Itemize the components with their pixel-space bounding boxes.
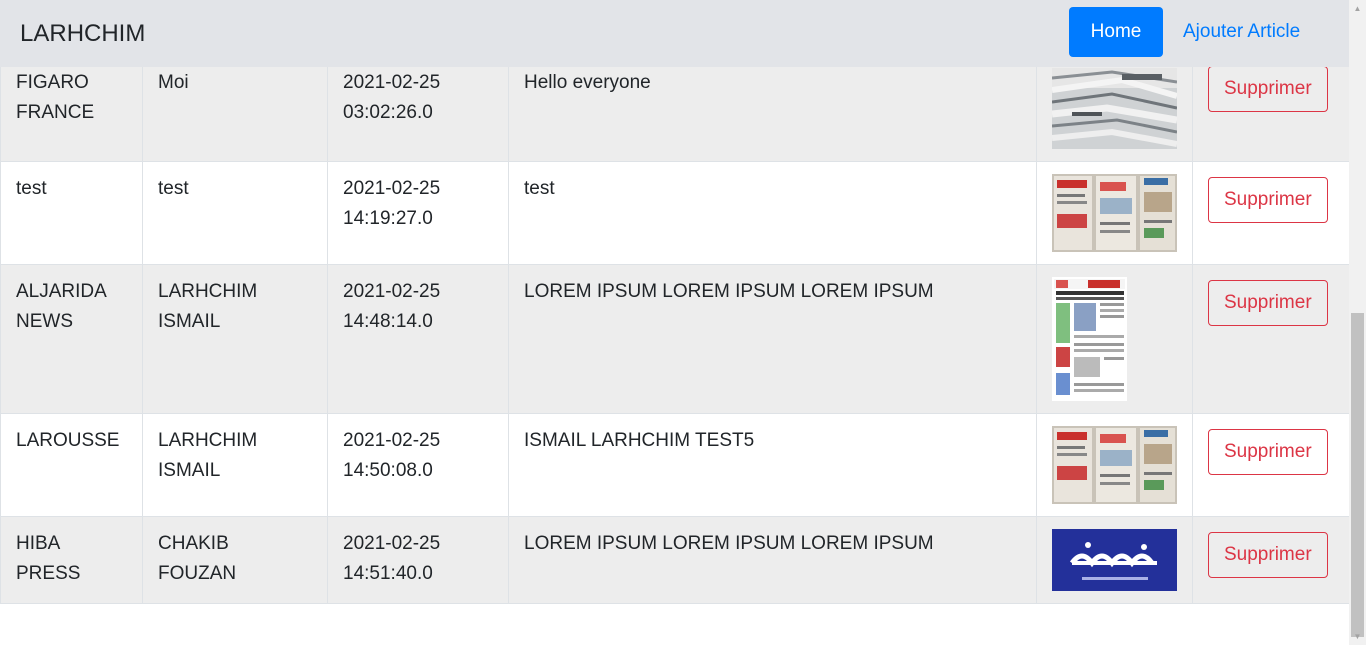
action-cell: Supprimer bbox=[1192, 264, 1350, 414]
scroll-up-arrow-icon[interactable]: ▲ bbox=[1349, 0, 1366, 17]
source-cell: HIBA PRESS bbox=[0, 516, 143, 604]
delete-button[interactable]: Supprimer bbox=[1208, 66, 1328, 112]
source-cell: test bbox=[0, 161, 143, 265]
page: FIGARO FRANCE Moi 2021-02-25 03:02:26.0 … bbox=[0, 0, 1366, 645]
table-row: HIBA PRESS CHAKIB FOUZAN 2021-02-25 14:5… bbox=[0, 516, 1350, 604]
delete-button[interactable]: Supprimer bbox=[1208, 429, 1328, 475]
datetime-cell: 2021-02-25 14:51:40.0 bbox=[327, 516, 509, 604]
action-cell: Supprimer bbox=[1192, 66, 1350, 162]
delete-button[interactable]: Supprimer bbox=[1208, 532, 1328, 578]
arabic-newspapers-image bbox=[1052, 426, 1177, 504]
table-row: LAROUSSE LARHCHIM ISMAIL 2021-02-25 14:5… bbox=[0, 413, 1350, 517]
content-cell: Hello everyone bbox=[508, 67, 1037, 162]
image-cell bbox=[1036, 264, 1193, 414]
date-text: 2021-02-25 bbox=[343, 178, 441, 199]
delete-button[interactable]: Supprimer bbox=[1208, 280, 1328, 326]
time-text: 14:50:08.0 bbox=[343, 460, 433, 481]
articles-table-container: FIGARO FRANCE Moi 2021-02-25 03:02:26.0 … bbox=[0, 66, 1350, 604]
vertical-scrollbar[interactable]: ▲ ▼ bbox=[1349, 0, 1366, 645]
datetime-cell: 2021-02-25 14:19:27.0 bbox=[327, 161, 509, 265]
image-cell bbox=[1036, 161, 1193, 265]
date-text: 2021-02-25 bbox=[343, 281, 441, 302]
datetime-cell: 2021-02-25 03:02:26.0 bbox=[327, 67, 509, 162]
arabic-newspapers-image bbox=[1052, 174, 1177, 252]
date-text: 2021-02-25 bbox=[343, 72, 441, 93]
datetime-cell: 2021-02-25 14:48:14.0 bbox=[327, 264, 509, 414]
articles-table: FIGARO FRANCE Moi 2021-02-25 03:02:26.0 … bbox=[0, 66, 1350, 604]
time-text: 14:51:40.0 bbox=[343, 563, 433, 584]
date-text: 2021-02-25 bbox=[343, 533, 441, 554]
brand-logo[interactable]: LARHCHIM bbox=[20, 18, 145, 50]
image-cell bbox=[1036, 516, 1193, 604]
scrollbar-thumb[interactable] bbox=[1351, 313, 1364, 637]
source-cell: ALJARIDA NEWS bbox=[0, 264, 143, 414]
newspaper-front-page-image bbox=[1052, 277, 1127, 401]
content-cell: LOREM IPSUM LOREM IPSUM LOREM IPSUM bbox=[508, 516, 1037, 604]
action-cell: Supprimer bbox=[1192, 516, 1350, 604]
source-cell: FIGARO FRANCE bbox=[0, 67, 143, 162]
delete-button[interactable]: Supprimer bbox=[1208, 177, 1328, 223]
author-cell: LARHCHIM ISMAIL bbox=[142, 413, 328, 517]
source-cell: LAROUSSE bbox=[0, 413, 143, 517]
scroll-down-arrow-icon[interactable]: ▼ bbox=[1349, 628, 1366, 645]
action-cell: Supprimer bbox=[1192, 161, 1350, 265]
time-text: 14:19:27.0 bbox=[343, 208, 433, 229]
action-cell: Supprimer bbox=[1192, 413, 1350, 517]
table-row: test test 2021-02-25 14:19:27.0 test Sup… bbox=[0, 161, 1350, 265]
author-cell: test bbox=[142, 161, 328, 265]
newspaper-stack-image bbox=[1052, 68, 1177, 149]
content-cell: test bbox=[508, 161, 1037, 265]
hespress-logo-image bbox=[1052, 529, 1177, 591]
author-cell: CHAKIB FOUZAN bbox=[142, 516, 328, 604]
nav-add-article-link[interactable]: Ajouter Article bbox=[1183, 17, 1300, 47]
time-text: 03:02:26.0 bbox=[343, 102, 433, 123]
table-row: FIGARO FRANCE Moi 2021-02-25 03:02:26.0 … bbox=[0, 66, 1350, 162]
nav-home-button[interactable]: Home bbox=[1069, 7, 1163, 57]
content-cell: ISMAIL LARHCHIM TEST5 bbox=[508, 413, 1037, 517]
table-row: ALJARIDA NEWS LARHCHIM ISMAIL 2021-02-25… bbox=[0, 264, 1350, 414]
content-cell: LOREM IPSUM LOREM IPSUM LOREM IPSUM bbox=[508, 264, 1037, 414]
author-cell: Moi bbox=[142, 67, 328, 162]
time-text: 14:48:14.0 bbox=[343, 311, 433, 332]
image-cell bbox=[1036, 67, 1193, 162]
date-text: 2021-02-25 bbox=[343, 430, 441, 451]
image-cell bbox=[1036, 413, 1193, 517]
datetime-cell: 2021-02-25 14:50:08.0 bbox=[327, 413, 509, 517]
author-cell: LARHCHIM ISMAIL bbox=[142, 264, 328, 414]
navbar: LARHCHIM Home Ajouter Article bbox=[0, 0, 1349, 67]
